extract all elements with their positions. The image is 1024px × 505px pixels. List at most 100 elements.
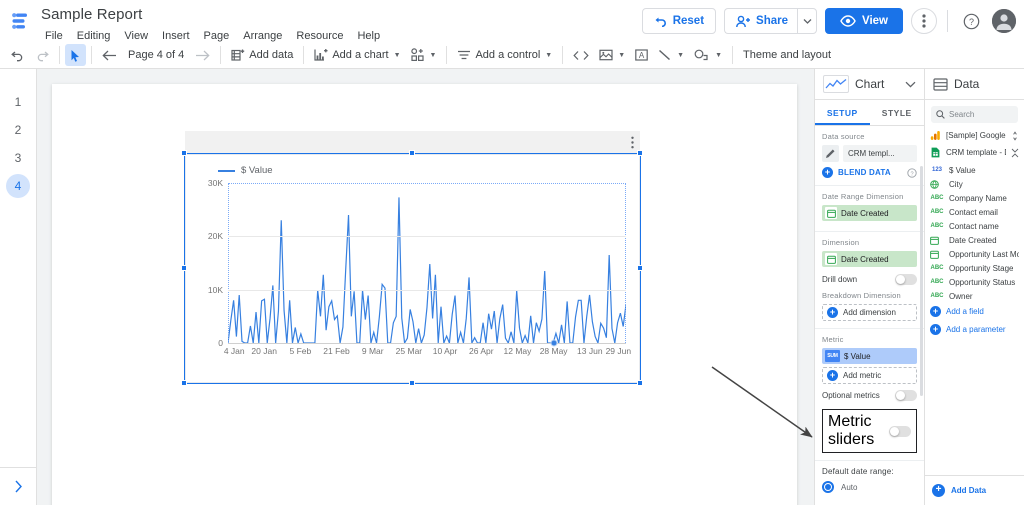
- text-type-icon: ABC: [930, 279, 944, 285]
- add-parameter-button[interactable]: + Add a parameter: [925, 321, 1024, 337]
- xtick-10: 13 Jun: [577, 346, 603, 356]
- page-thumb-2[interactable]: 2: [6, 118, 30, 142]
- view-button[interactable]: View: [825, 8, 903, 34]
- filter-control-icon: [457, 49, 471, 61]
- text-type-icon: ABC: [930, 265, 944, 271]
- field-row[interactable]: 123 $ Value: [925, 163, 1024, 177]
- toolbar-divider-2: [91, 46, 92, 64]
- search-icon: [936, 110, 945, 119]
- google-sheets-icon: [930, 147, 941, 158]
- next-page-button[interactable]: [190, 44, 215, 66]
- expand-rail-button[interactable]: [0, 467, 37, 505]
- drill-down-toggle[interactable]: [895, 274, 917, 285]
- data-source-row[interactable]: CRM templ...: [822, 145, 917, 162]
- metric-chip[interactable]: SUM $ Value: [822, 348, 917, 364]
- chart-type-selector[interactable]: Chart: [815, 69, 924, 100]
- add-dimension-button[interactable]: + Add dimension: [822, 304, 917, 321]
- avatar[interactable]: [992, 9, 1016, 33]
- toolbar-divider-4: [303, 46, 305, 64]
- add-field-button[interactable]: + Add a field: [925, 303, 1024, 319]
- more-options-button[interactable]: [911, 8, 937, 34]
- time-series-chart-object[interactable]: $ Value 30K 20K 10K 0 4 Jan 20 Jan 5 Feb…: [181, 131, 643, 404]
- data-source-name-crm: CRM template - D...: [946, 148, 1006, 157]
- field-row[interactable]: ABC Opportunity Stage: [925, 261, 1024, 275]
- field-row[interactable]: ABC Contact name: [925, 219, 1024, 233]
- redo-button[interactable]: [30, 44, 54, 66]
- page-thumb-1[interactable]: 1: [6, 90, 30, 114]
- reset-button[interactable]: Reset: [641, 8, 717, 34]
- help-circle-icon: ?: [963, 13, 980, 30]
- resize-handle-se[interactable]: [637, 380, 643, 386]
- data-panel: Data Search [Sample] Google CRM template…: [924, 69, 1024, 505]
- field-row[interactable]: ABC Owner: [925, 289, 1024, 301]
- resize-handle-e[interactable]: [637, 265, 643, 271]
- embed-code-button[interactable]: [568, 44, 594, 66]
- add-line-button[interactable]: ▼: [653, 44, 689, 66]
- field-name: $ Value: [949, 165, 976, 175]
- page-thumb-3[interactable]: 3: [6, 146, 30, 170]
- eye-icon: [840, 15, 856, 27]
- page-list: 1 2 3 4: [0, 69, 36, 198]
- data-source-label: Data source: [822, 132, 865, 141]
- add-metric-button[interactable]: + Add metric: [822, 367, 917, 384]
- page-indicator-label[interactable]: Page 4 of 4: [125, 49, 187, 61]
- page-sheet[interactable]: $ Value 30K 20K 10K 0 4 Jan 20 Jan 5 Feb…: [52, 84, 797, 505]
- dimension-chip[interactable]: Date Created: [822, 251, 917, 267]
- blend-data-row[interactable]: + BLEND DATA ?: [822, 167, 917, 178]
- field-row[interactable]: City: [925, 177, 1024, 191]
- resize-handle-sw[interactable]: [181, 380, 187, 386]
- chevron-down-icon[interactable]: [905, 81, 916, 88]
- search-input[interactable]: Search: [931, 106, 1018, 123]
- chart-card[interactable]: $ Value 30K 20K 10K 0 4 Jan 20 Jan 5 Feb…: [185, 154, 640, 383]
- resize-handle-n[interactable]: [409, 150, 415, 156]
- page-title[interactable]: Sample Report: [38, 5, 387, 25]
- optional-metrics-toggle[interactable]: [895, 390, 917, 401]
- select-tool-button[interactable]: [65, 44, 86, 66]
- add-image-button[interactable]: ▼: [594, 44, 630, 66]
- tab-style[interactable]: STYLE: [870, 100, 925, 125]
- resize-handle-nw[interactable]: [181, 150, 187, 156]
- report-canvas[interactable]: $ Value 30K 20K 10K 0 4 Jan 20 Jan 5 Feb…: [37, 69, 814, 505]
- share-dropdown-caret[interactable]: [797, 8, 817, 34]
- data-source-item-analytics[interactable]: [Sample] Google A...: [925, 127, 1024, 144]
- date-range-dimension-chip[interactable]: Date Created: [822, 205, 917, 221]
- metric-sliders-toggle[interactable]: [889, 425, 911, 437]
- chart-type-label: Chart: [855, 77, 885, 91]
- add-data-button[interactable]: Add data: [226, 44, 298, 66]
- gridline-10k: [228, 289, 626, 291]
- resize-handle-s[interactable]: [409, 380, 415, 386]
- theme-and-layout-button[interactable]: Theme and layout: [738, 44, 836, 66]
- pencil-icon[interactable]: [822, 145, 839, 162]
- panel-scrollbar[interactable]: [920, 166, 923, 396]
- add-chart-button[interactable]: Add a chart ▼: [309, 44, 405, 66]
- field-row[interactable]: ABC Company Name: [925, 191, 1024, 205]
- add-dimension-label: Add dimension: [843, 308, 896, 317]
- data-source-item-crm[interactable]: CRM template - D...: [925, 144, 1024, 161]
- previous-page-button[interactable]: [97, 44, 122, 66]
- add-control-button[interactable]: Add a control ▼: [452, 44, 557, 66]
- field-row[interactable]: Opportunity Last Mo...: [925, 247, 1024, 261]
- share-button[interactable]: Share: [724, 8, 797, 34]
- swap-vert-icon[interactable]: [1011, 130, 1019, 141]
- add-shape-button[interactable]: ▼: [689, 44, 727, 66]
- help-button[interactable]: ?: [958, 8, 984, 34]
- tab-setup[interactable]: SETUP: [815, 100, 870, 125]
- page-thumb-4[interactable]: 4: [6, 174, 30, 198]
- field-list: 123 $ Value City ABC Company Name ABC Contact …: [925, 161, 1024, 301]
- field-row[interactable]: ABC Contact email: [925, 205, 1024, 219]
- collapse-icon[interactable]: [1011, 148, 1019, 158]
- resize-handle-w[interactable]: [181, 265, 187, 271]
- add-text-button[interactable]: A: [630, 44, 653, 66]
- community-visualization-button[interactable]: ▼: [406, 44, 442, 66]
- add-data-footer-button[interactable]: + Add Data: [925, 475, 1024, 505]
- resize-handle-ne[interactable]: [637, 150, 643, 156]
- field-name: Company Name: [949, 193, 1007, 203]
- field-name: Date Created: [949, 235, 997, 245]
- help-circle-icon[interactable]: ?: [907, 167, 917, 178]
- chart-options-menu-icon[interactable]: [631, 136, 634, 149]
- field-row[interactable]: Date Created: [925, 233, 1024, 247]
- calendar-icon: [825, 207, 837, 219]
- default-date-range-auto-option[interactable]: Auto: [822, 481, 917, 493]
- undo-button[interactable]: [6, 44, 30, 66]
- field-row[interactable]: ABC Opportunity Status: [925, 275, 1024, 289]
